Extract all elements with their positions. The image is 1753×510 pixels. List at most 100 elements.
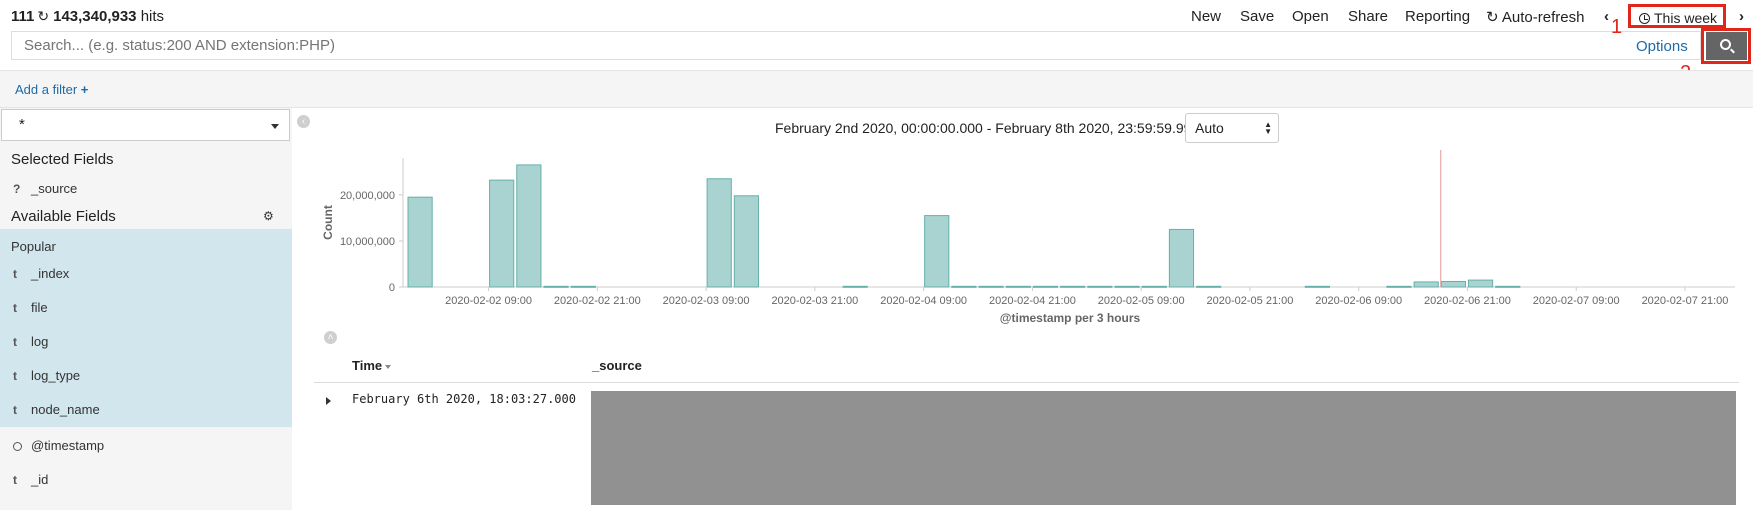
field-item-source[interactable]: ? _source: [13, 181, 77, 196]
field-type-icon: t: [13, 301, 17, 315]
new-button[interactable]: New: [1191, 8, 1221, 25]
auto-refresh-label: Auto-refresh: [1501, 9, 1585, 26]
y-tick-label: 10,000,000: [340, 236, 395, 248]
refresh-icon[interactable]: ↻: [37, 8, 49, 25]
histogram-bar: [706, 178, 732, 288]
x-tick-label: 2020-02-06 21:00: [1424, 295, 1511, 307]
add-filter-label: Add a filter: [15, 82, 78, 97]
histogram-bar: [978, 285, 1004, 288]
field-type-icon: t: [13, 369, 17, 383]
histogram-bar: [1087, 285, 1113, 288]
interval-value: Auto: [1195, 120, 1224, 136]
histogram-bar: [1060, 285, 1086, 288]
gear-icon[interactable]: ⚙: [263, 209, 274, 223]
field-name: node_name: [31, 402, 100, 417]
interval-select[interactable]: Auto ▲ ▼: [1185, 113, 1279, 143]
field-type-icon: t: [13, 473, 17, 487]
field-name: _id: [31, 472, 49, 487]
x-tick-label: 2020-02-05 21:00: [1207, 295, 1294, 307]
histogram-bar: [1114, 285, 1140, 288]
field-item-index[interactable]: t _index: [13, 266, 69, 281]
field-type-icon: t: [13, 335, 17, 349]
index-pattern-value: *: [19, 116, 25, 133]
time-back-chevron-icon[interactable]: ‹: [1604, 8, 1609, 25]
collapse-sidebar-icon[interactable]: ‹: [297, 115, 310, 128]
time-picker-label: This week: [1654, 10, 1718, 26]
time-column-label: Time: [352, 358, 383, 373]
search-input[interactable]: [11, 31, 1701, 60]
caret-down-icon: [271, 124, 279, 129]
x-axis-label: @timestamp per 3 hours: [1000, 311, 1141, 325]
available-fields-title: Available Fields: [11, 208, 116, 225]
histogram-bar: [1386, 285, 1412, 288]
collapse-chart-icon[interactable]: ˄: [324, 331, 337, 344]
search-button[interactable]: [1706, 32, 1747, 60]
selected-fields-title: Selected Fields: [11, 151, 114, 168]
histogram-bar: [1413, 281, 1439, 288]
annotation-1: 1: [1611, 16, 1623, 38]
field-item-timestamp[interactable]: @timestamp: [13, 438, 104, 453]
field-item-log[interactable]: t log: [13, 334, 48, 349]
histogram-bar: [842, 285, 868, 288]
x-tick-label: 2020-02-04 21:00: [989, 295, 1076, 307]
hits-label: hits: [140, 8, 165, 25]
clock-icon: [13, 442, 22, 451]
save-button[interactable]: Save: [1240, 8, 1274, 25]
field-item-log-type[interactable]: t log_type: [13, 368, 80, 383]
x-tick-label: 2020-02-06 09:00: [1315, 295, 1402, 307]
field-item-id[interactable]: t _id: [13, 472, 48, 487]
histogram-bar: [733, 195, 759, 288]
add-filter-link[interactable]: Add a filter +: [15, 82, 88, 97]
y-tick-label: 0: [389, 282, 395, 294]
search-icon: [1720, 39, 1731, 50]
sort-icon: [385, 365, 392, 369]
reporting-button[interactable]: Reporting: [1405, 8, 1470, 25]
histogram-bar: [489, 179, 515, 288]
x-tick-label: 2020-02-07 09:00: [1533, 295, 1620, 307]
field-type-icon: t: [13, 267, 17, 281]
field-item-node-name[interactable]: t node_name: [13, 402, 100, 417]
index-pattern-select[interactable]: *: [1, 109, 290, 141]
x-tick-label: 2020-02-02 09:00: [445, 295, 532, 307]
time-forward-chevron-icon[interactable]: ›: [1739, 8, 1744, 25]
search-row: Options: [0, 28, 1753, 70]
histogram-bar: [951, 285, 977, 288]
options-link[interactable]: Options: [1636, 38, 1688, 55]
field-name: log: [31, 334, 49, 349]
field-sidebar: * Selected Fields ? _source Available Fie…: [0, 108, 292, 510]
histogram-bar: [1304, 285, 1331, 288]
histogram-bar: [1196, 285, 1222, 288]
field-name: _source: [31, 181, 78, 196]
histogram-chart[interactable]: 0 10,000,000 20,000,000 Count 2020-02-02 09:…: [310, 150, 1750, 330]
histogram-bar: [1032, 285, 1059, 288]
histogram-bar: [1168, 228, 1195, 288]
histogram-bar: [1495, 285, 1521, 288]
clock-icon: [1639, 13, 1650, 24]
x-tick-label: 2020-02-03 09:00: [663, 295, 750, 307]
time-picker-button[interactable]: This week: [1628, 4, 1726, 28]
histogram-bar: [516, 164, 542, 288]
filter-bar: Add a filter +: [0, 70, 1753, 108]
popular-title: Popular: [11, 239, 56, 254]
y-tick-label: 20,000,000: [340, 190, 395, 202]
open-button[interactable]: Open: [1292, 8, 1329, 25]
histogram-bar: [924, 215, 950, 288]
field-name: @timestamp: [31, 438, 105, 453]
histogram-bar: [570, 285, 596, 288]
hits-number: 143,340,933: [53, 8, 137, 25]
field-item-file[interactable]: t file: [13, 300, 48, 315]
histogram-bar: [407, 196, 433, 288]
doc-table-header: Time _source: [314, 352, 1739, 383]
x-tick-label: 2020-02-05 09:00: [1098, 295, 1185, 307]
expand-row-icon[interactable]: [326, 397, 331, 405]
field-type-icon: t: [13, 403, 17, 417]
time-column-header[interactable]: Time: [352, 358, 392, 373]
y-axis-label: Count: [321, 205, 335, 240]
share-button[interactable]: Share: [1348, 8, 1388, 25]
popular-fields-section: [0, 229, 292, 427]
row-time: February 6th 2020, 18:03:27.000: [352, 392, 576, 406]
hits-count: 111 ↻ 143,340,933 hits: [11, 8, 164, 25]
auto-refresh-button[interactable]: ↻ Auto-refresh: [1486, 8, 1584, 26]
source-redacted-block: [591, 391, 1736, 505]
select-arrows-icon: ▲ ▼: [1264, 120, 1272, 136]
